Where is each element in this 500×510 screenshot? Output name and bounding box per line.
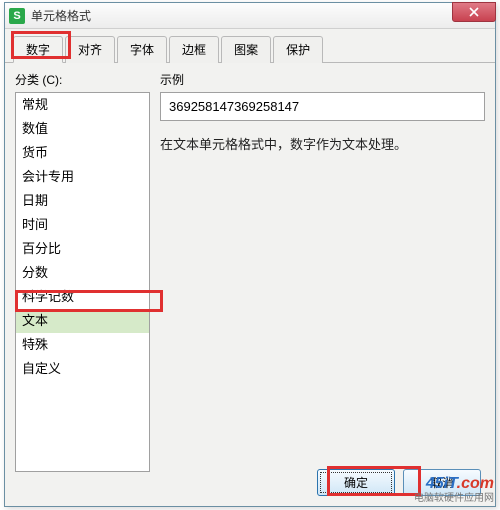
tab-content: 分类 (C): 常规 数值 货币 会计专用 日期 时间 百分比 分数 科学记数 …: [5, 63, 495, 473]
close-button[interactable]: [452, 2, 496, 22]
category-item-fraction[interactable]: 分数: [16, 261, 149, 285]
category-listbox[interactable]: 常规 数值 货币 会计专用 日期 时间 百分比 分数 科学记数 文本 特殊 自定…: [15, 92, 150, 472]
category-item-accounting[interactable]: 会计专用: [16, 165, 149, 189]
tab-strip: 数字 对齐 字体 边框 图案 保护: [5, 29, 495, 63]
tab-alignment[interactable]: 对齐: [65, 36, 115, 63]
app-icon: S: [9, 8, 25, 24]
category-item-text[interactable]: 文本: [16, 309, 149, 333]
cancel-button[interactable]: 取消: [403, 469, 481, 496]
tab-pattern[interactable]: 图案: [221, 36, 271, 63]
category-item-scientific[interactable]: 科学记数: [16, 285, 149, 309]
category-item-percentage[interactable]: 百分比: [16, 237, 149, 261]
format-description: 在文本单元格格式中，数字作为文本处理。: [160, 135, 485, 155]
sample-value: 369258147369258147: [160, 92, 485, 121]
detail-column: 示例 369258147369258147 在文本单元格格式中，数字作为文本处理…: [160, 71, 485, 465]
window-title: 单元格格式: [31, 7, 91, 24]
titlebar: S 单元格格式: [5, 3, 495, 29]
close-icon: [469, 7, 479, 17]
dialog-buttons: 确定 取消: [317, 469, 481, 496]
tab-number[interactable]: 数字: [13, 36, 63, 63]
category-item-date[interactable]: 日期: [16, 189, 149, 213]
category-label: 分类 (C):: [15, 71, 150, 88]
ok-button[interactable]: 确定: [317, 469, 395, 496]
category-item-number[interactable]: 数值: [16, 117, 149, 141]
category-item-special[interactable]: 特殊: [16, 333, 149, 357]
category-item-time[interactable]: 时间: [16, 213, 149, 237]
tab-border[interactable]: 边框: [169, 36, 219, 63]
tab-protection[interactable]: 保护: [273, 36, 323, 63]
tab-font[interactable]: 字体: [117, 36, 167, 63]
category-item-custom[interactable]: 自定义: [16, 357, 149, 381]
format-cells-dialog: S 单元格格式 数字 对齐 字体 边框 图案 保护 分类 (C): 常规 数值 …: [4, 2, 496, 507]
category-item-currency[interactable]: 货币: [16, 141, 149, 165]
sample-label: 示例: [160, 71, 485, 88]
category-item-general[interactable]: 常规: [16, 93, 149, 117]
category-column: 分类 (C): 常规 数值 货币 会计专用 日期 时间 百分比 分数 科学记数 …: [15, 71, 150, 465]
